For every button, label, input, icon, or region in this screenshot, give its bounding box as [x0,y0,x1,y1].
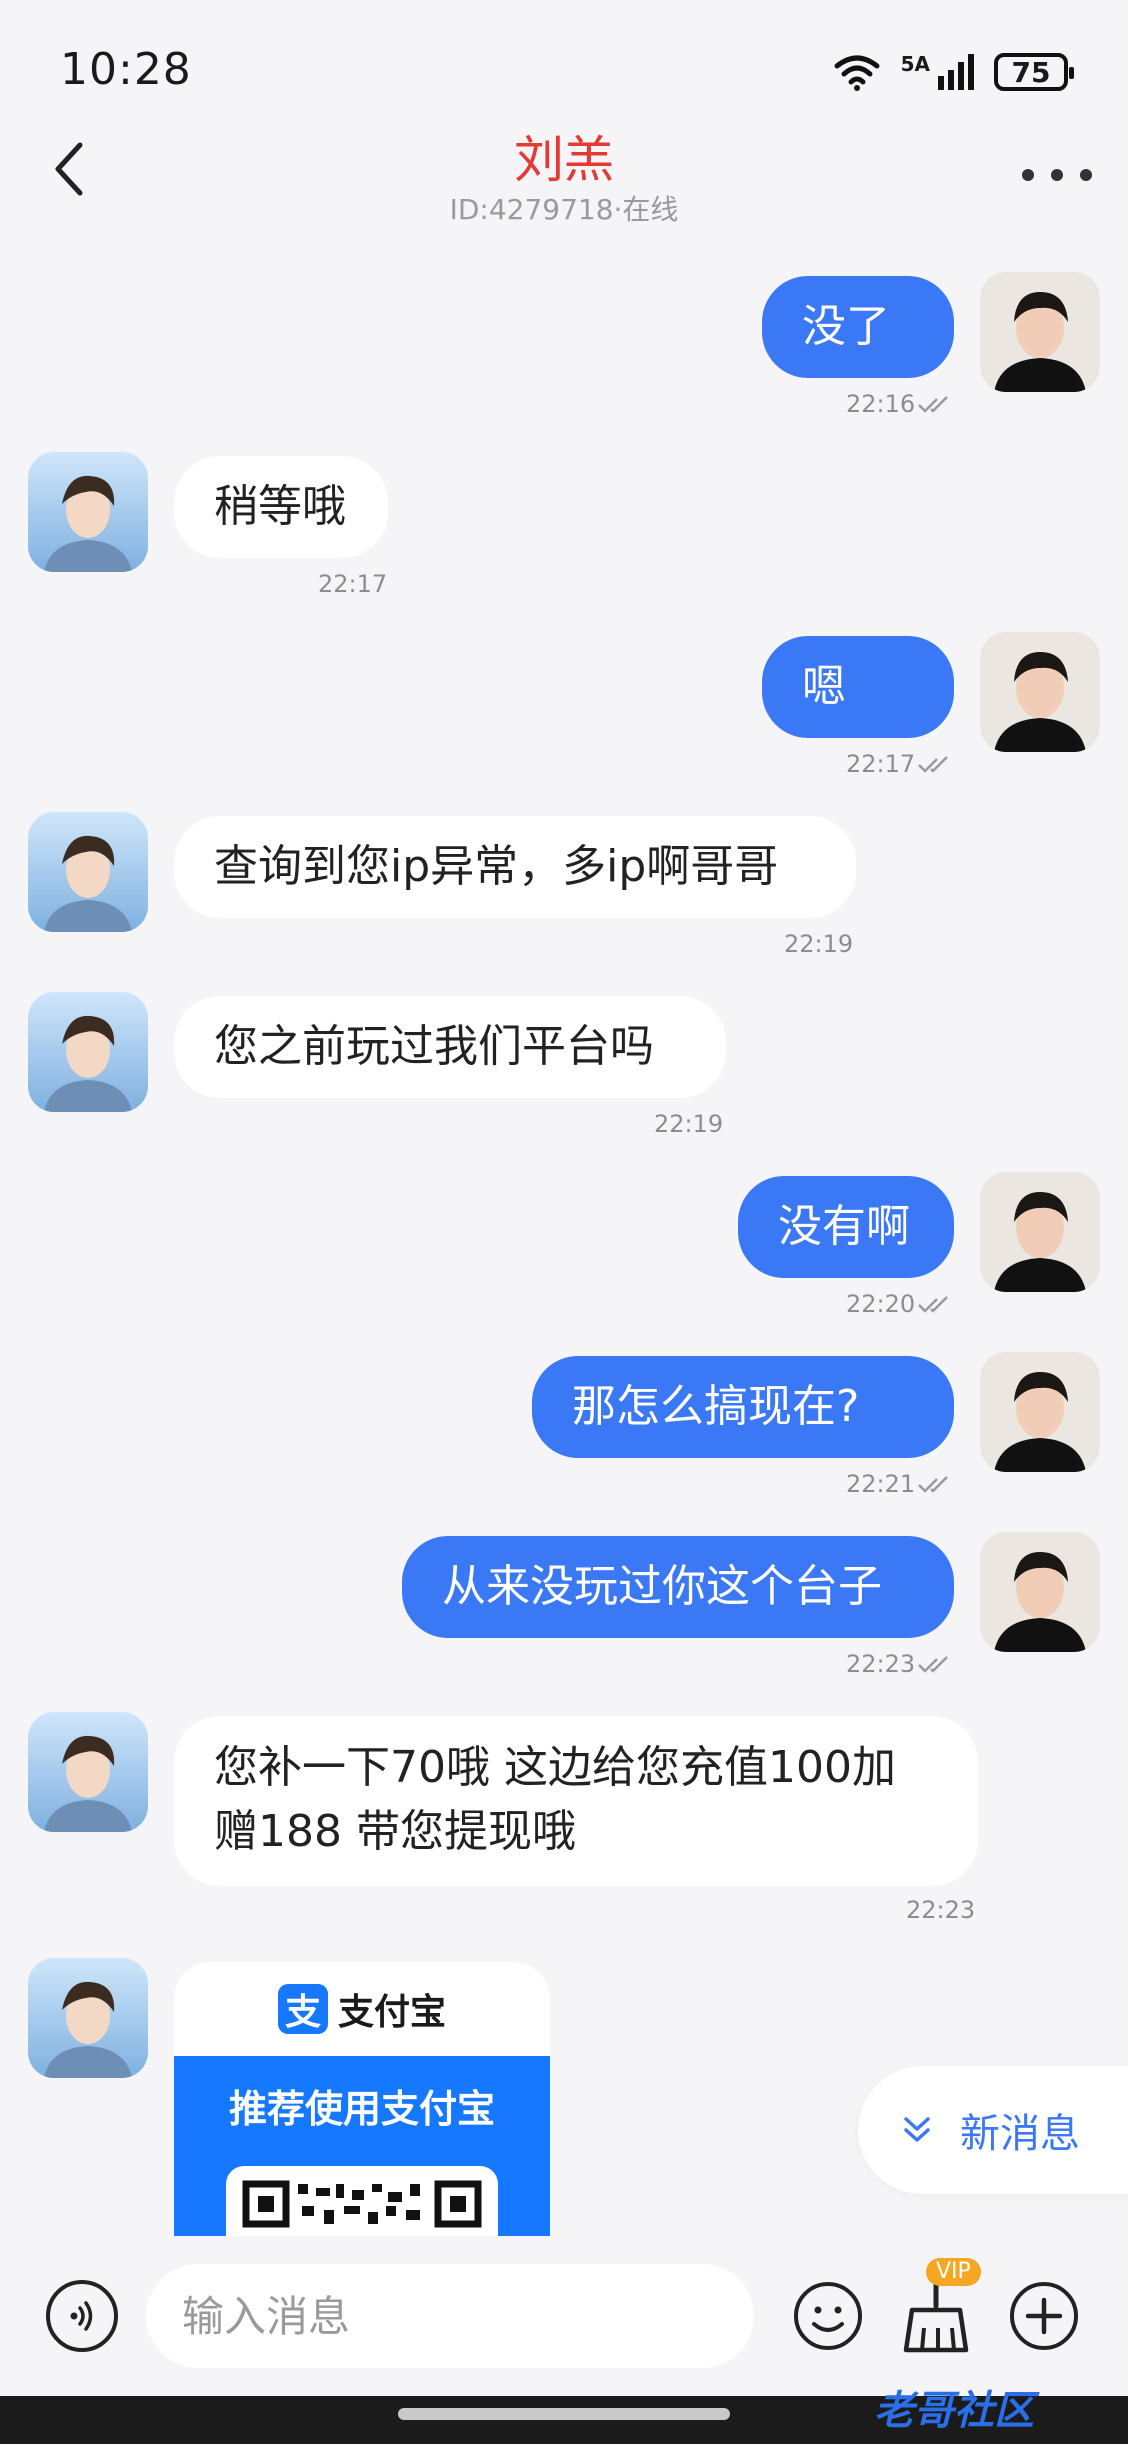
message-time: 22:19 [654,1110,724,1138]
emoji-button[interactable] [792,2280,864,2352]
time-text: 22:17 [846,750,916,778]
alipay-qr-card[interactable]: 支 支付宝 推荐使用支付宝 [174,1962,550,2236]
time-text: 22:20 [846,1290,916,1318]
my-avatar[interactable] [980,1172,1100,1292]
wifi-icon [834,55,880,91]
contact-avatar[interactable] [28,1958,148,2078]
message-bubble-outgoing[interactable]: 从来没玩过你这个台子 [402,1536,954,1638]
my-avatar[interactable] [980,1352,1100,1472]
read-check-icon [918,1476,949,1493]
watermark-logo: 老哥社区 [874,2388,1034,2434]
read-check-icon [918,1656,949,1673]
qr-code [226,2166,498,2236]
alipay-banner: 推荐使用支付宝 [174,2056,550,2236]
message-input[interactable] [146,2264,754,2368]
read-check-icon [918,1296,949,1313]
message-time: 22:17 [318,570,388,598]
new-message-button[interactable]: 新消息 [858,2066,1128,2194]
message-time: 22:20 [846,1290,951,1318]
home-indicator[interactable] [398,2408,730,2420]
contact-avatar[interactable] [28,992,148,1112]
status-bar: 10:28 5A 75 [0,0,1128,120]
chat-header: 刘羔 ID:4279718·在线 [0,120,1128,250]
message-bubble-incoming[interactable]: 查询到您ip异常，多ip啊哥哥 [174,816,856,918]
double-chevron-down-icon [904,2117,930,2142]
my-avatar[interactable] [980,1532,1100,1652]
plus-circle-icon [1010,2282,1078,2350]
my-avatar[interactable] [980,272,1100,392]
message-time: 22:21 [846,1470,951,1498]
contact-avatar[interactable] [28,1712,148,1832]
message-time: 22:17 [846,750,951,778]
time-text: 22:16 [846,390,916,418]
contact-name: 刘羔 [514,131,614,189]
message-bubble-outgoing[interactable]: 没了 [762,276,954,378]
network-label: 5A [900,52,930,76]
alipay-logo-icon: 支 [277,1984,328,2034]
voice-icon [70,2301,93,2331]
message-time: 22:23 [846,1650,951,1678]
message-bubble-incoming[interactable]: 稍等哦 [174,456,388,558]
dot [1022,169,1034,181]
new-message-label: 新消息 [960,2111,1080,2157]
smiley-icon [794,2282,862,2350]
time-text: 22:21 [846,1470,916,1498]
contact-status: ID:4279718·在线 [449,193,679,226]
alipay-header: 支 支付宝 [174,1962,550,2056]
message-bubble-incoming[interactable]: 您之前玩过我们平台吗 [174,996,726,1098]
message-time: 22:19 [784,930,854,958]
message-time: 22:16 [846,390,951,418]
message-bubble-outgoing[interactable]: 那怎么搞现在? [532,1356,954,1458]
vip-badge: VIP [926,2258,981,2286]
my-avatar[interactable] [980,632,1100,752]
contact-avatar[interactable] [28,812,148,932]
dot [1080,169,1092,181]
composer-bar: VIP [0,2236,1128,2396]
contact-avatar[interactable] [28,452,148,572]
message-bubble-outgoing[interactable]: 没有啊 [738,1176,954,1278]
more-options-button[interactable] [1022,160,1092,190]
battery-icon: 75 [994,53,1074,91]
message-bubble-outgoing[interactable]: 嗯 [762,636,954,738]
message-line: 您补一下70哦 这边给您充值100加 [214,1742,896,1793]
battery-level: 75 [1011,55,1051,89]
time-text: 22:23 [846,1650,916,1678]
signal-icon [938,54,974,90]
status-time: 10:28 [60,44,192,95]
alipay-banner-text: 推荐使用支付宝 [228,2087,495,2131]
voice-input-button[interactable] [46,2280,118,2352]
read-check-icon [918,756,949,773]
add-attachment-button[interactable] [1008,2280,1080,2352]
status-icons: 5A 75 [831,52,1074,92]
message-bubble-incoming[interactable]: 您补一下70哦 这边给您充值100加 赠188 带您提现哦 [174,1716,978,1886]
message-line: 赠188 带您提现哦 [214,1806,576,1857]
alipay-brand: 支付宝 [337,1992,446,2033]
message-time: 22:23 [906,1896,976,1924]
dot [1051,169,1063,181]
read-check-icon [918,396,949,413]
